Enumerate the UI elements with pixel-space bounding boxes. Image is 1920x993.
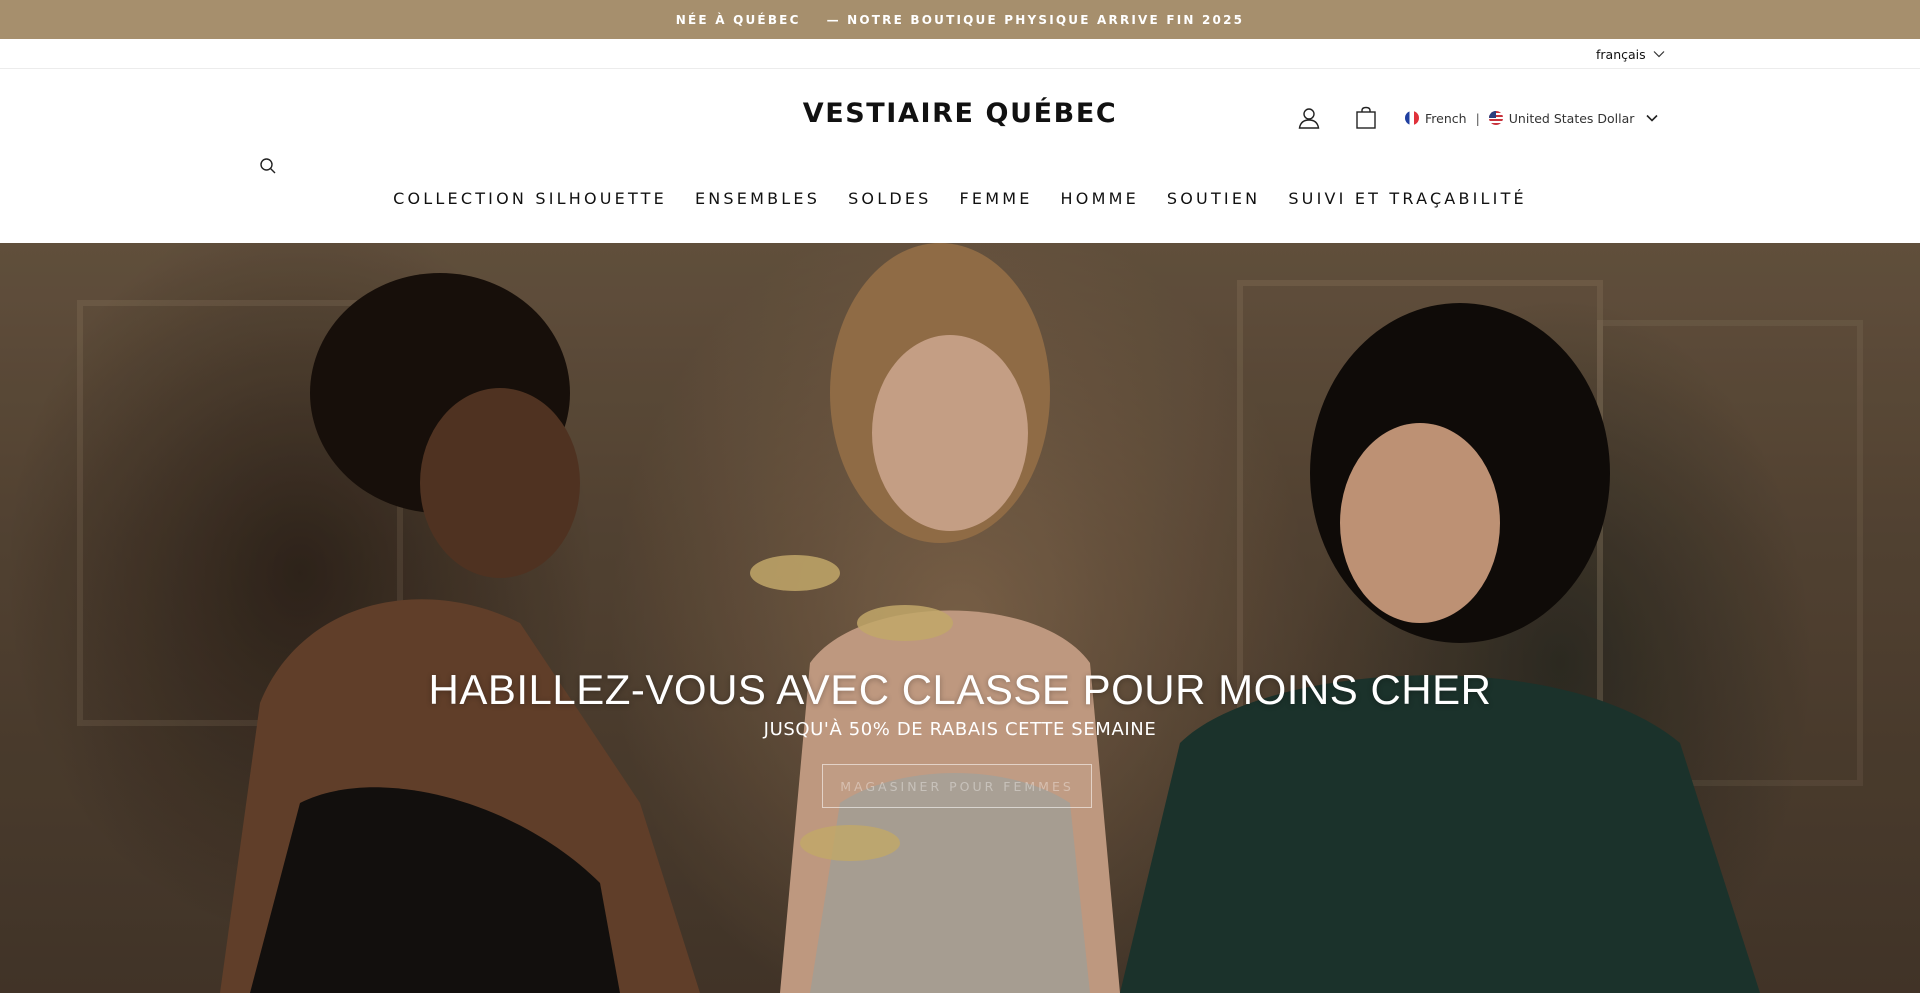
nav-item-femme[interactable]: FEMME: [946, 189, 1047, 208]
search-button[interactable]: [259, 157, 277, 175]
shopping-bag-icon: [1356, 106, 1376, 129]
nav-item-soutien[interactable]: SOUTIEN: [1153, 189, 1274, 208]
hero-subtitle: JUSQU'À 50% DE RABAIS CETTE SEMAINE: [763, 719, 1157, 740]
search-icon: [260, 158, 276, 174]
announcement-left: NÉE À QUÉBEC: [675, 12, 801, 27]
flag-fr-icon: [1405, 111, 1419, 125]
announcement-right: — NOTRE BOUTIQUE PHYSIQUE ARRIVE FIN 202…: [826, 12, 1245, 27]
nav-item-suivi-tracabilite[interactable]: SUIVI ET TRAÇABILITÉ: [1274, 189, 1541, 208]
locale-language: French: [1425, 110, 1467, 126]
nav-item-ensembles[interactable]: ENSEMBLES: [681, 189, 834, 208]
user-icon: [1298, 108, 1320, 129]
announcement-bar: NÉE À QUÉBEC — NOTRE BOUTIQUE PHYSIQUE A…: [0, 0, 1920, 39]
account-button[interactable]: [1297, 106, 1321, 130]
site-header: VESTIAIRE QUÉBEC French | United States …: [0, 69, 1920, 243]
locale-selector[interactable]: French | United States Dollar: [1405, 109, 1658, 127]
hero-title: HABILLEZ-VOUS AVEC CLASSE POUR MOINS CHE…: [428, 666, 1492, 713]
hero-overlay: [0, 243, 1920, 993]
cart-button[interactable]: [1354, 106, 1378, 130]
language-selector[interactable]: français: [1596, 45, 1665, 63]
hero-banner: HABILLEZ-VOUS AVEC CLASSE POUR MOINS CHE…: [0, 243, 1920, 993]
locale-currency: United States Dollar: [1508, 110, 1635, 126]
chevron-down-icon: [1653, 51, 1665, 58]
nav-item-homme[interactable]: HOMME: [1047, 189, 1153, 208]
shop-women-button[interactable]: MAGASINER POUR FEMMES: [822, 764, 1092, 808]
language-selector-label: français: [1596, 46, 1646, 62]
language-bar: français: [0, 39, 1920, 69]
main-navigation: COLLECTION SILHOUETTE ENSEMBLES SOLDES F…: [0, 189, 1920, 208]
locale-separator: |: [1475, 110, 1480, 126]
chevron-down-icon: [1646, 114, 1658, 122]
flag-us-icon: [1488, 111, 1503, 125]
nav-item-collection-silhouette[interactable]: COLLECTION SILHOUETTE: [379, 189, 681, 208]
nav-item-soldes[interactable]: SOLDES: [834, 189, 945, 208]
